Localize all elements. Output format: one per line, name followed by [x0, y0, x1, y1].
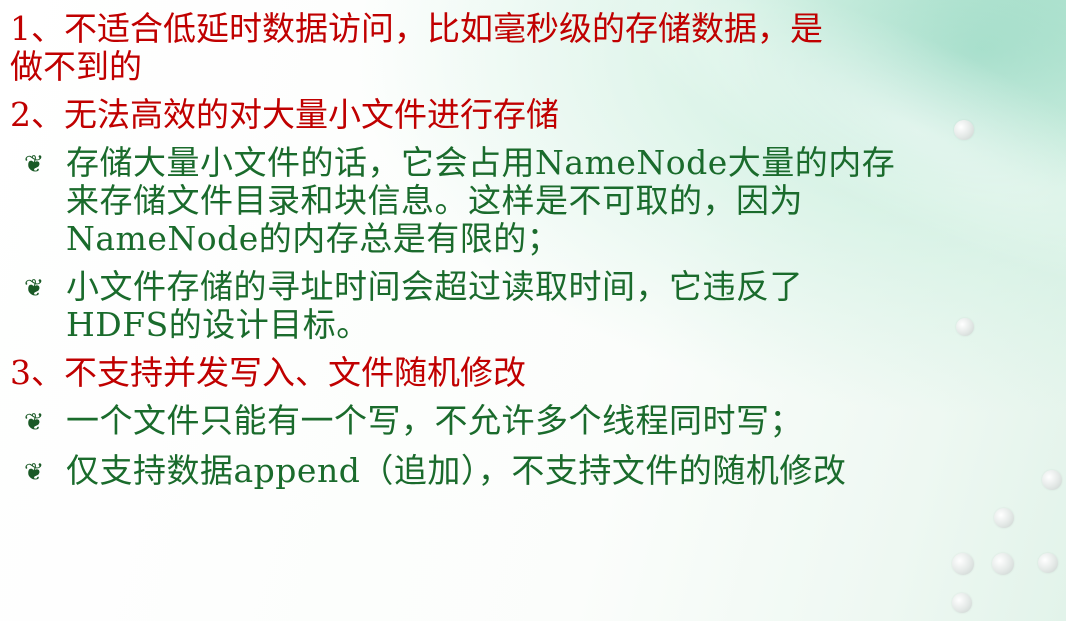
section-2: 2、无法高效的对大量小文件进行存储 — [10, 96, 1058, 134]
bullet-text: 一个文件只能有一个写，不允许多个线程同时写； — [66, 402, 803, 442]
slide-content: 1、不适合低延时数据访问，比如毫秒级的存储数据，是 做不到的 2、无法高效的对大… — [10, 10, 1058, 502]
sprout-bullet-icon: ❦ — [24, 458, 45, 486]
bullet-text: 存储大量小文件的话，它会占用NameNode大量的内存 来存储文件目录和块信息。… — [66, 144, 895, 258]
decorative-dot — [994, 508, 1014, 528]
heading-line: 1、不适合低延时数据访问，比如毫秒级的存储数据，是 — [10, 9, 823, 48]
bullet-line: 一个文件只能有一个写，不允许多个线程同时写； — [66, 401, 803, 440]
bullet-line: HDFS的设计目标。 — [66, 305, 370, 344]
bullet-item: ❦ 小文件存储的寻址时间会超过读取时间，它违反了 HDFS的设计目标。 — [24, 268, 1058, 344]
bullet-line: 小文件存储的寻址时间会超过读取时间，它违反了 — [66, 267, 803, 306]
decorative-dot — [952, 593, 972, 613]
heading-line: 做不到的 — [10, 47, 142, 86]
bullet-item: ❦ 仅支持数据append（追加），不支持文件的随机修改 — [24, 452, 1058, 492]
section-1: 1、不适合低延时数据访问，比如毫秒级的存储数据，是 做不到的 — [10, 10, 1058, 86]
bullet-line: 来存储文件目录和块信息。这样是不可取的，因为 — [66, 181, 803, 220]
heading-line: 3、不支持并发写入、文件随机修改 — [10, 353, 526, 392]
bullet-item: ❦ 一个文件只能有一个写，不允许多个线程同时写； — [24, 402, 1058, 442]
bullet-text: 仅支持数据append（追加），不支持文件的随机修改 — [66, 452, 846, 492]
decorative-dot — [992, 553, 1014, 575]
bullet-line: NameNode的内存总是有限的； — [66, 219, 561, 258]
sprout-bullet-icon: ❦ — [24, 274, 45, 302]
sprout-bullet-icon: ❦ — [24, 408, 45, 436]
section-3: 3、不支持并发写入、文件随机修改 — [10, 354, 1058, 392]
bullet-text: 小文件存储的寻址时间会超过读取时间，它违反了 HDFS的设计目标。 — [66, 268, 803, 344]
sprout-bullet-icon: ❦ — [24, 150, 45, 178]
decorative-dot — [952, 553, 974, 575]
heading-line: 2、无法高效的对大量小文件进行存储 — [10, 95, 559, 134]
bullet-line: 存储大量小文件的话，它会占用NameNode大量的内存 — [66, 143, 896, 182]
decorative-dot — [1038, 553, 1058, 573]
bullet-line: 仅支持数据append（追加），不支持文件的随机修改 — [66, 451, 847, 490]
bullet-item: ❦ 存储大量小文件的话，它会占用NameNode大量的内存 来存储文件目录和块信… — [24, 144, 1058, 258]
